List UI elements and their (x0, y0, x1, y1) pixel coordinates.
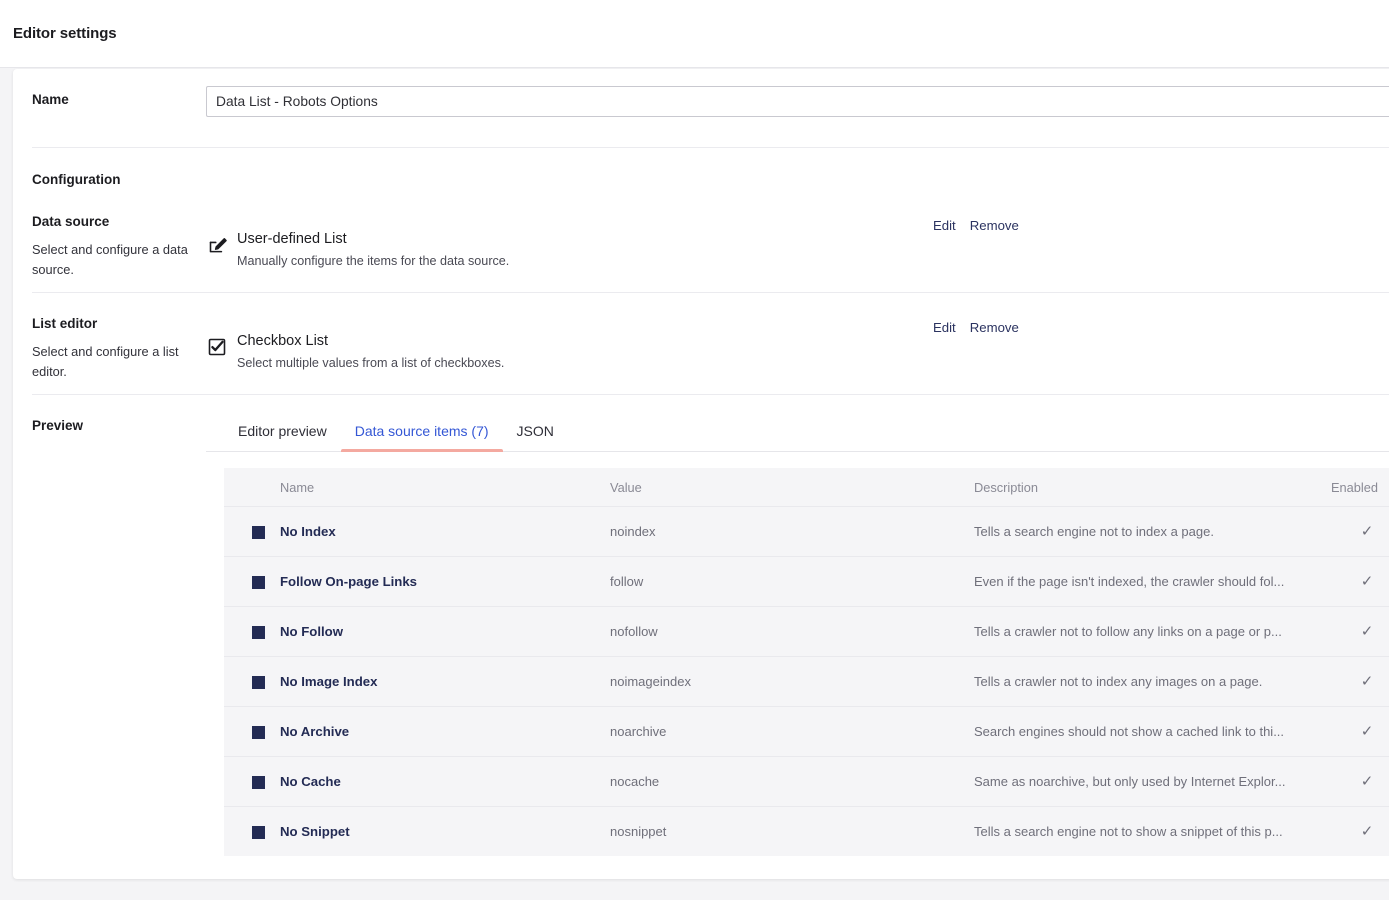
table-row[interactable]: Follow On-page Links follow Even if the … (224, 556, 1389, 608)
item-square-icon (252, 626, 265, 640)
row-enabled-check-icon: ✓ (1360, 623, 1374, 641)
row-description: Tells a search engine not to show a snip… (974, 824, 1283, 840)
item-square-icon (252, 526, 265, 540)
row-enabled-check-icon: ✓ (1360, 823, 1374, 841)
row-description: Tells a crawler not to follow any links … (974, 624, 1282, 640)
tab-editor-preview[interactable]: Editor preview (224, 423, 341, 451)
table-head: Name Value Description Enabled (224, 468, 1389, 507)
row-description: Same as noarchive, but only used by Inte… (974, 774, 1286, 790)
item-square-icon (252, 826, 265, 840)
preview-label: Preview (32, 418, 84, 433)
row-marker-cell (224, 606, 280, 658)
row-description: Even if the page isn't indexed, the craw… (974, 574, 1285, 590)
row-name: No Index (280, 524, 336, 540)
data-source-option: User-defined List Manually configure the… (237, 231, 1389, 271)
preview-label-col: Preview (13, 395, 206, 875)
preview-body: Editor preview Data source items (7) JSO… (206, 395, 1389, 875)
row-name: No Archive (280, 724, 350, 740)
data-source-row: Data source Select and configure a data … (13, 191, 1389, 292)
row-marker-cell (224, 656, 280, 708)
row-name: No Follow (280, 624, 343, 640)
list-editor-body: Checkbox List Select multiple values fro… (206, 293, 1389, 394)
row-name: No Cache (280, 774, 341, 790)
list-editor-option-desc: Select multiple values from a list of ch… (237, 356, 505, 371)
row-name: Follow On-page Links (280, 574, 418, 590)
editor-settings-screen: Editor settings Name Configuration Data … (0, 0, 1389, 900)
list-editor-label-col: List editor Select and configure a list … (13, 293, 206, 394)
row-description: Tells a crawler not to index any images … (974, 674, 1263, 690)
item-square-icon (252, 726, 265, 740)
table-row[interactable]: No Image Index noimageindex Tells a craw… (224, 656, 1389, 708)
col-header-value: Value (610, 468, 974, 507)
data-source-option-desc: Manually configure the items for the dat… (237, 254, 510, 269)
item-square-icon (252, 576, 265, 590)
list-editor-description: Select and configure a list editor. (32, 344, 179, 380)
preview-row: Preview Editor preview Data source items… (13, 395, 1389, 875)
item-square-icon (252, 776, 265, 790)
row-enabled-check-icon: ✓ (1360, 773, 1374, 791)
data-source-label-col: Data source Select and configure a data … (13, 191, 206, 292)
table-row[interactable]: No Follow nofollow Tells a crawler not t… (224, 606, 1389, 658)
row-enabled-check-icon: ✓ (1360, 523, 1374, 541)
row-marker-cell (224, 806, 280, 857)
row-marker-cell (224, 756, 280, 808)
col-header-name: Name (280, 468, 610, 507)
row-marker-cell (224, 506, 280, 558)
row-marker-cell (224, 706, 280, 758)
row-enabled-check-icon: ✓ (1360, 673, 1374, 691)
row-name: No Snippet (280, 824, 350, 840)
row-value: noindex (610, 524, 656, 540)
table-header-row: Name Value Description Enabled (224, 468, 1389, 507)
list-editor-option: Checkbox List Select multiple values fro… (237, 333, 1389, 373)
row-value: noimageindex (610, 674, 691, 690)
item-square-icon (252, 676, 265, 690)
list-editor-remove-link[interactable]: Remove (970, 320, 1019, 335)
tab-json[interactable]: JSON (503, 423, 568, 451)
row-value: nocache (610, 774, 660, 790)
table-row[interactable]: No Index noindex Tells a search engine n… (224, 506, 1389, 558)
table-row[interactable]: No Cache nocache Same as noarchive, but … (224, 756, 1389, 808)
col-header-description: Description (974, 468, 1331, 507)
tab-data-source-items[interactable]: Data source items (7) (340, 423, 503, 452)
row-marker-cell (224, 556, 280, 608)
preview-tabs: Editor preview Data source items (7) JSO… (206, 411, 1389, 452)
row-description: Search engines should not show a cached … (974, 724, 1285, 740)
name-row: Name (13, 69, 1389, 147)
settings-card: Name Configuration Data source Select an… (13, 69, 1389, 879)
data-source-description: Select and configure a data source. (32, 242, 188, 278)
list-editor-edit-link[interactable]: Edit (933, 320, 956, 335)
row-value: nosnippet (610, 824, 667, 840)
list-editor-label: List editor (32, 316, 98, 331)
name-label-col: Name (13, 69, 206, 147)
list-editor-row: List editor Select and configure a list … (13, 293, 1389, 394)
data-source-edit-link[interactable]: Edit (933, 218, 956, 233)
row-value: noarchive (610, 724, 667, 740)
table-row[interactable]: No Snippet nosnippet Tells a search engi… (224, 806, 1389, 857)
pencil-square-icon (207, 235, 237, 256)
list-editor-option-title: Checkbox List (237, 333, 329, 349)
row-description: Tells a search engine not to index a pag… (974, 524, 1214, 540)
table-body: No Index noindex Tells a search engine n… (224, 506, 1389, 857)
data-source-remove-link[interactable]: Remove (970, 218, 1019, 233)
name-input[interactable] (206, 86, 1389, 117)
data-source-label: Data source (32, 214, 110, 229)
col-header-enabled: Enabled (1331, 468, 1389, 507)
col-header-icon (224, 468, 280, 507)
data-source-items-table: Name Value Description Enabled No Index … (224, 468, 1389, 857)
row-name: No Image Index (280, 674, 378, 690)
name-label: Name (32, 92, 69, 107)
top-header-bar: Editor settings (0, 0, 1389, 68)
row-value: follow (610, 574, 644, 590)
data-source-body: User-defined List Manually configure the… (206, 191, 1389, 292)
data-source-option-title: User-defined List (237, 231, 347, 247)
page-title: Editor settings (13, 25, 117, 42)
row-value: nofollow (610, 624, 658, 640)
row-enabled-check-icon: ✓ (1360, 723, 1374, 741)
configuration-heading: Configuration (32, 172, 121, 187)
name-body (206, 69, 1389, 147)
table-row[interactable]: No Archive noarchive Search engines shou… (224, 706, 1389, 758)
checkbox-checked-icon (207, 337, 237, 357)
row-enabled-check-icon: ✓ (1360, 573, 1374, 591)
data-source-items-table-wrap: Name Value Description Enabled No Index … (224, 468, 1389, 857)
